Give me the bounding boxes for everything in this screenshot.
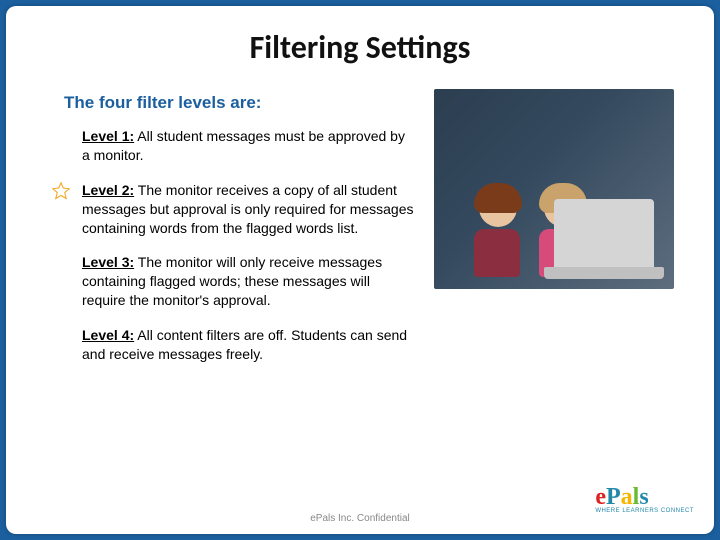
- content-row: The four filter levels are: Level 1: All…: [46, 93, 674, 380]
- level-3-label: Level 3:: [82, 254, 134, 270]
- logo-tagline: WHERE LEARNERS CONNECT: [595, 508, 694, 514]
- slide: Filtering Settings The four filter level…: [6, 6, 714, 534]
- level-1: Level 1: All student messages must be ap…: [82, 127, 416, 165]
- star-icon: [52, 182, 70, 200]
- level-1-label: Level 1:: [82, 128, 134, 144]
- laptop-graphic: [554, 199, 654, 269]
- level-2: Level 2: The monitor receives a copy of …: [82, 181, 416, 238]
- subheading: The four filter levels are:: [64, 93, 416, 113]
- epals-logo: ePals WHERE LEARNERS CONNECT: [595, 484, 694, 514]
- level-4-label: Level 4:: [82, 327, 134, 343]
- text-column: The four filter levels are: Level 1: All…: [46, 93, 416, 380]
- level-2-label: Level 2:: [82, 182, 134, 198]
- level-3: Level 3: The monitor will only receive m…: [82, 253, 416, 310]
- slide-title: Filtering Settings: [46, 28, 674, 67]
- footer-text: ePals Inc. Confidential: [6, 513, 714, 524]
- level-4: Level 4: All content filters are off. St…: [82, 326, 416, 364]
- person-1: [474, 189, 522, 279]
- illustration-photo: [434, 89, 674, 289]
